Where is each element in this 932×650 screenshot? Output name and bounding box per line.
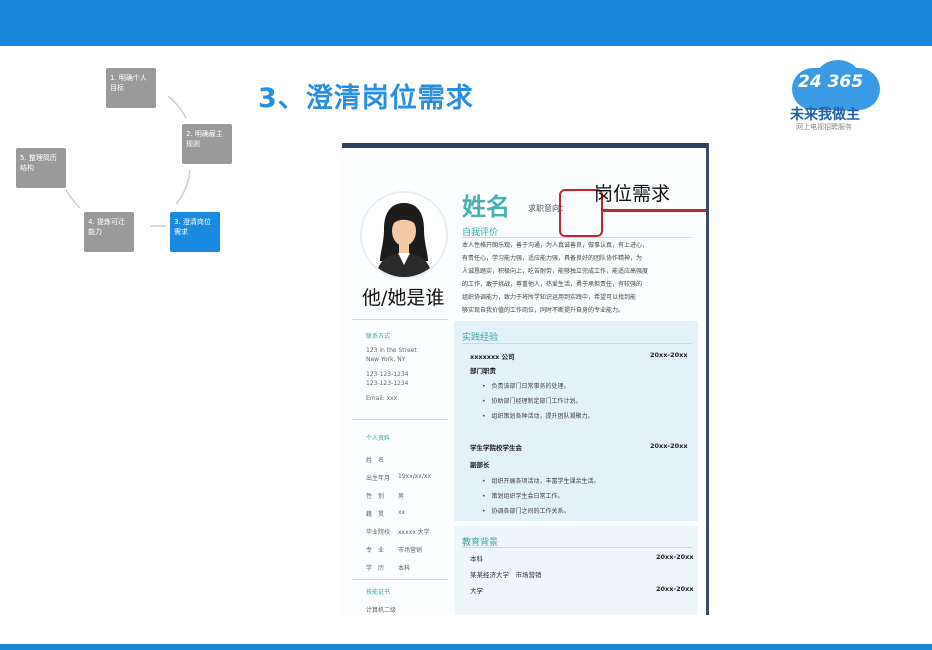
contact-title: 联系方式 [366,333,391,340]
job-company: xxxxxxx 公司 [470,353,515,361]
personal-key: 出生年月 [366,475,391,482]
job-date: 20xx-20xx [650,351,688,359]
education-row: 大学 [470,587,483,595]
education-date: 20xx-20xx [656,585,694,593]
personal-key: 性 别 [366,493,385,500]
job-company: 学生学院校学生会 [470,444,522,452]
job-bullet: 协助部门经理制定部门工作计划。 [482,396,582,405]
flow-step-5: 5. 整理简历结构 [16,148,66,188]
flow-step-1: 1. 明确个人目标 [106,68,156,108]
education-row: 某某经济大学 市场营销 [470,571,542,579]
flow-step-2: 2. 明确雇主规则 [182,124,232,164]
left-divider-3 [352,579,448,580]
contact-line: 123-123-1234 [366,371,409,378]
company-logo: 24 365 未来我做主 网上电视招聘服务 [786,60,886,132]
contact-line: New York, NY [366,356,406,363]
flow-step-3: 3. 澄清岗位需求 [170,212,220,252]
annotation-requirement: 岗位需求 [594,183,671,205]
experience-divider [462,343,692,344]
resume-top-border [342,143,706,148]
personal-key: 专 业 [366,547,385,554]
personal-key: 姓 名 [366,457,385,464]
personal-key: 籍 贯 [366,511,385,518]
highlight-underline [601,209,706,212]
personal-value: 市场营销 [398,547,423,554]
skills-title: 技能证书 [366,589,391,596]
job-bullet: 组织开展各项活动，丰富学生课余生活。 [482,476,600,485]
self-eval-line: 本人性格开朗乐观，善于沟通，为人真诚善良，做事认真，有上进心， [462,242,649,249]
skills-line: 计算机二级 [366,607,397,614]
avatar [360,191,448,279]
self-eval-line: 组织协调能力，致力于将所学知识运用到实践中，希望可以找到能 [462,294,637,301]
education-divider [462,547,692,548]
bottom-banner [0,644,932,650]
job-role: 副部长 [470,461,490,469]
job-bullet: 协调各部门之间的工作关系。 [482,506,570,515]
annotation-who: 他/她是谁 [362,287,445,309]
personal-value: 本科 [398,565,411,572]
personal-key: 学 历 [366,565,385,572]
self-eval-divider [462,237,692,238]
left-divider-2 [352,419,448,420]
self-eval-line: 人诚恳踏实，积极向上，吃苦耐劳，能够独立完成工作，能适应高强度 [462,268,649,275]
person-avatar-icon [362,193,446,277]
contact-line: Email: xxx [366,395,398,402]
education-row: 本科 [470,555,483,563]
job-bullet: 策划组织学生会日常工作。 [482,491,564,500]
job-bullet: 组织策划各种活动，提升团队凝聚力。 [482,411,594,420]
experience-title: 实践经验 [462,333,499,343]
logo-number: 24 365 [798,72,864,92]
personal-value: 19xx/xx/xx [398,473,431,480]
contact-line: 123-123-1234 [366,380,409,387]
flow-step-4: 4. 提炼可迁能力 [84,212,134,252]
self-eval-text: 本人性格开朗乐观，善于沟通，为人真诚善良，做事认真，有上进心， 有责任心，学习能… [462,239,698,317]
resume-sample: 他/她是谁 姓名 求职意向： 岗位需求 自我评价 本人性格开朗乐观，善于沟通，为… [342,143,709,615]
personal-key: 毕业院校 [366,529,391,536]
logo-name: 未来我做主 [790,107,860,123]
self-eval-line: 够实现自我价值的工作岗位，同时不断提升自身的专业能力。 [462,307,625,314]
job-date: 20xx-20xx [650,442,688,450]
logo-tagline: 网上电视招聘服务 [796,123,852,131]
self-eval-line: 有责任心，学习能力强，适应能力强，具备良好的团队协作精神，为 [462,255,643,262]
job-bullet: 负责该部门日常事务的处理。 [482,381,570,390]
resume-name: 姓名 [462,193,510,221]
personal-value: xxxxx 大学 [398,529,430,536]
personal-value: 男 [398,493,405,500]
self-eval-line: 的工作，敢于挑战，尊重他人，热爱生活，勇于承担责任，有较强的 [462,281,643,288]
education-date: 20xx-20xx [656,553,694,561]
left-divider-1 [352,319,448,320]
contact-line: 123 in the Street [366,347,417,354]
personal-title: 个人资料 [366,435,391,442]
slide-title: 3、澄清岗位需求 [258,83,474,114]
job-role: 部门职责 [470,367,496,375]
personal-value: xx [398,509,406,516]
